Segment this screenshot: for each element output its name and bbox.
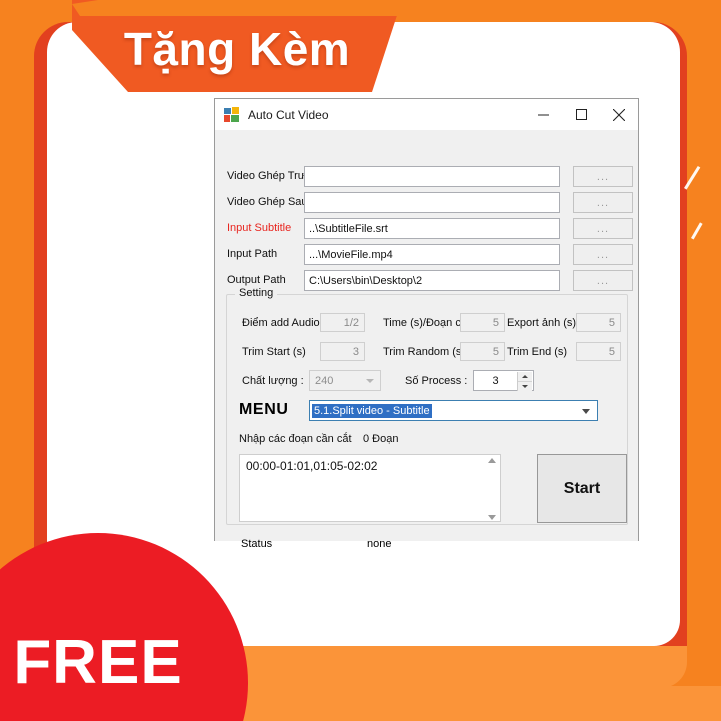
value-time-doan-cat[interactable]: 5 (460, 313, 505, 332)
quality-value: 240 (315, 374, 334, 387)
label-trim-start: Trim Start (s) (242, 346, 306, 358)
menu-selected-value: 5.1.Split video - Subtitle (312, 403, 432, 418)
menu-label: MENU (239, 401, 289, 418)
label-so-process: Số Process : (405, 375, 468, 387)
window-controls (524, 99, 638, 130)
browse-button-video-ghep-truoc[interactable]: ... (573, 166, 633, 187)
stepper-down-icon[interactable] (518, 382, 532, 391)
window-title: Auto Cut Video (248, 107, 329, 122)
promo-ribbon-label: Tặng Kèm (123, 23, 351, 75)
label-output-path: Output Path (227, 274, 286, 286)
scroll-up-icon[interactable] (487, 458, 496, 463)
label-trim-random: Trim Random (s) (383, 346, 466, 358)
label-video-ghep-sau: Video Ghép Sau (227, 196, 308, 208)
setting-groupbox-title: Setting (235, 287, 278, 299)
status-value: none (367, 538, 392, 550)
label-input-path: Input Path (227, 248, 278, 260)
value-trim-end[interactable]: 5 (576, 342, 621, 361)
value-trim-random[interactable]: 5 (460, 342, 505, 361)
browse-button-video-ghep-sau[interactable]: ... (573, 192, 633, 213)
stepper-up-icon[interactable] (518, 372, 532, 382)
window-titlebar[interactable]: Auto Cut Video (215, 99, 638, 130)
segments-scrollbar[interactable] (484, 456, 499, 521)
input-subtitle-path[interactable]: ..\SubtitleFile.srt (304, 218, 560, 239)
segments-text: 00:00-01:01,01:05-02:02 (246, 459, 378, 473)
browse-button-output-path[interactable]: ... (573, 270, 633, 291)
start-button[interactable]: Start (537, 454, 627, 523)
chevron-down-icon (366, 379, 374, 383)
label-nhap-cac-doan-can-cat: Nhập các đoạn cần cắt (239, 433, 352, 445)
menu-dropdown[interactable]: 5.1.Split video - Subtitle (309, 400, 598, 421)
app-icon (224, 106, 240, 123)
segments-textarea[interactable]: 00:00-01:01,01:05-02:02 (239, 454, 501, 522)
input-video-ghep-truoc[interactable] (304, 166, 560, 187)
label-input-subtitle: Input Subtitle (227, 222, 292, 234)
browse-button-input-path[interactable]: ... (573, 244, 633, 265)
value-trim-start[interactable]: 3 (320, 342, 365, 361)
browse-button-input-subtitle[interactable]: ... (573, 218, 633, 239)
form-body: Video Ghép Trước ... Video Ghép Sau ... … (215, 130, 638, 550)
value-export-anh[interactable]: 5 (576, 313, 621, 332)
promo-image: Tặng Kèm Auto Cut Video Video Ghép Trước… (0, 0, 721, 721)
stepper-buttons[interactable] (517, 372, 532, 391)
quality-dropdown[interactable]: 240 (309, 370, 381, 391)
output-path-field[interactable]: C:\Users\bin\Desktop\2 (304, 270, 560, 291)
label-trim-end: Trim End (s) (507, 346, 568, 358)
diagonal-accent-right-2 (691, 222, 703, 240)
scroll-down-icon[interactable] (487, 515, 496, 520)
label-time-doan-cat: Time (s)/Đoạn cắt (383, 317, 471, 329)
chevron-down-icon (582, 409, 590, 414)
label-diem-add-audio: Điểm add Audio (242, 317, 320, 329)
label-chat-luong: Chất lượng : (242, 375, 304, 387)
value-diem-add-audio[interactable]: 1/2 (320, 313, 365, 332)
process-stepper[interactable]: 3 (473, 370, 534, 391)
maximize-icon[interactable] (562, 99, 600, 130)
input-path-field[interactable]: ...\MovieFile.mp4 (304, 244, 560, 265)
input-video-ghep-sau[interactable] (304, 192, 560, 213)
auto-cut-video-window: Auto Cut Video Video Ghép Trước ... Vide… (214, 98, 639, 550)
minimize-icon[interactable] (524, 99, 562, 130)
segment-count: 0 Đoạn (363, 433, 399, 445)
process-value: 3 (492, 374, 499, 387)
free-badge-label: FREE (13, 628, 183, 697)
close-icon[interactable] (600, 99, 638, 130)
label-export-anh: Export ảnh (s) (507, 317, 577, 329)
